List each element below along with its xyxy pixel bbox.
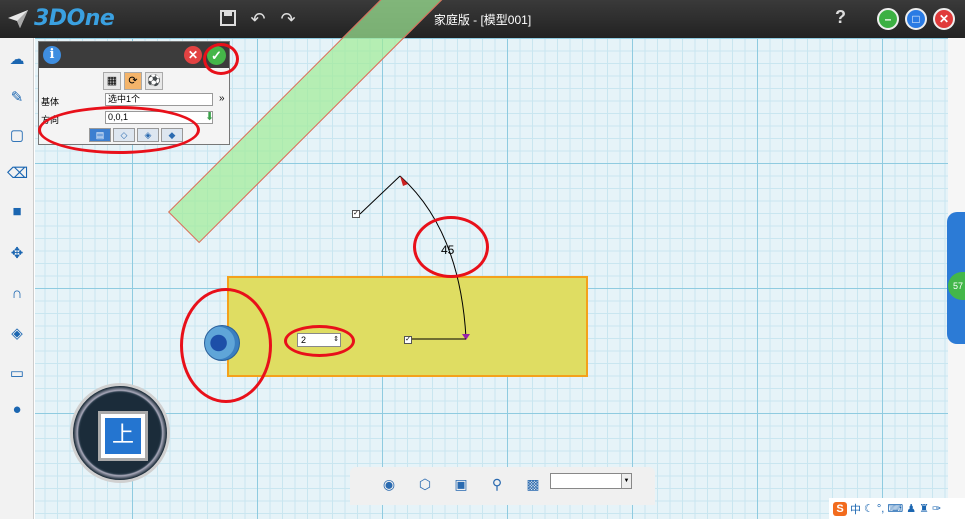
- pick-direction-icon[interactable]: ⬇: [205, 110, 214, 123]
- cube-view-icon[interactable]: ⬡: [416, 475, 434, 493]
- mode-ball-icon[interactable]: ⚽: [145, 72, 163, 90]
- display-mode-select[interactable]: ▼: [550, 473, 632, 489]
- chevron-down-icon[interactable]: ▼: [621, 474, 631, 488]
- view-cube[interactable]: 上: [70, 383, 170, 483]
- bottom-toolbar: ◉ ⬡ ▣ ⚲ ▩ ▼: [350, 467, 655, 505]
- info-icon[interactable]: i: [43, 46, 61, 64]
- moon-icon[interactable]: ☾: [864, 502, 874, 515]
- user-icon[interactable]: ♟: [906, 502, 916, 515]
- annotation-oval-direction: [38, 106, 200, 154]
- annotation-oval-pivot: [180, 288, 272, 403]
- panel-header: i ✕ ✓: [39, 42, 229, 68]
- zoom-icon[interactable]: ⚲: [488, 475, 506, 493]
- sogou-logo[interactable]: S: [833, 501, 847, 516]
- annotation-oval-angle: [413, 216, 489, 278]
- dimension-checkbox[interactable]: ✓: [352, 210, 360, 218]
- view-cube-face[interactable]: 上: [98, 411, 148, 461]
- ime-mode[interactable]: 中: [850, 501, 861, 517]
- render-icon[interactable]: ▣: [452, 475, 470, 493]
- mode-rotate-icon[interactable]: ⟳: [124, 72, 142, 90]
- annotation-oval-ok: [203, 43, 239, 75]
- dimension-checkbox[interactable]: ✓: [404, 336, 412, 344]
- annotation-oval-step: [284, 325, 355, 357]
- base-field[interactable]: 选中1个: [105, 93, 213, 106]
- panel-cancel-button[interactable]: ✕: [184, 46, 202, 64]
- shirt-icon[interactable]: ♜: [919, 502, 929, 515]
- base-label: 基体: [41, 97, 60, 107]
- ime-tray: S 中 ☾ °, ⌨ ♟ ♜ ✑: [829, 498, 965, 519]
- punctuation-icon[interactable]: °,: [877, 503, 884, 515]
- display-icon[interactable]: ▩: [524, 475, 542, 493]
- eye-icon[interactable]: ◉: [380, 475, 398, 493]
- wrench-icon[interactable]: ✑: [932, 502, 941, 515]
- expand-chevron-icon[interactable]: »: [219, 93, 225, 104]
- keyboard-icon[interactable]: ⌨: [887, 502, 903, 515]
- mode-face-icon[interactable]: ▦: [103, 72, 121, 90]
- view-cube-label: 上: [105, 418, 141, 454]
